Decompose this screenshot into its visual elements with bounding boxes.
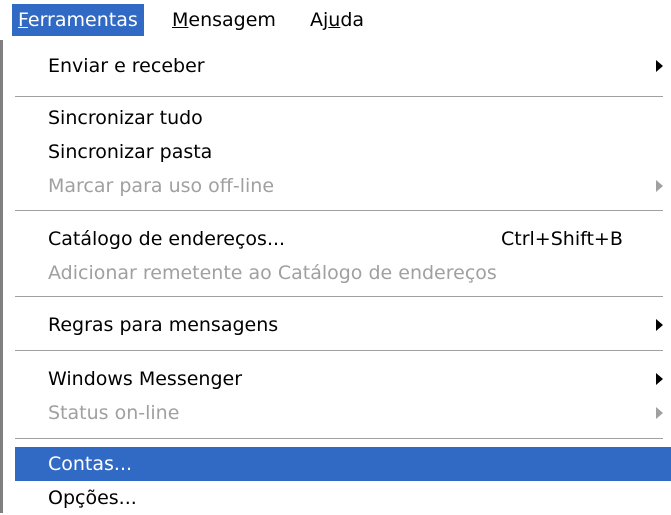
menu-item-regras-mensagens[interactable]: Regras para mensagens xyxy=(15,308,671,342)
submenu-arrow-icon xyxy=(656,407,663,419)
submenu-arrow-icon xyxy=(656,319,663,331)
menu-separator xyxy=(15,438,663,440)
menu-separator xyxy=(15,210,663,212)
menu-item-label: Adicionar remetente ao Catálogo de ender… xyxy=(48,262,497,284)
menu-mensagem-label: ensagem xyxy=(188,9,276,31)
menu-item-adicionar-remetente: Adicionar remetente ao Catálogo de ender… xyxy=(15,256,671,290)
submenu-arrow-icon xyxy=(656,180,663,192)
menu-item-sincronizar-tudo[interactable]: Sincronizar tudo xyxy=(15,101,671,135)
menu-ajuda-label-b: da xyxy=(340,9,365,31)
menu-item-catalogo-enderecos[interactable]: Catálogo de endereços... Ctrl+Shift+B xyxy=(15,222,671,256)
menu-item-marcar-off-line: Marcar para uso off-line xyxy=(15,169,671,203)
menu-item-label: Sincronizar tudo xyxy=(48,107,203,129)
menu-item-contas[interactable]: Contas... xyxy=(15,447,671,481)
submenu-arrow-icon xyxy=(656,373,663,385)
menu-ajuda[interactable]: Ajuda xyxy=(304,4,370,36)
menu-item-label: Contas... xyxy=(48,453,133,475)
menu-separator xyxy=(15,96,663,98)
menu-item-opcoes[interactable]: Opções... xyxy=(15,481,671,515)
menu-item-label: Regras para mensagens xyxy=(48,314,279,336)
menu-ferramentas[interactable]: Ferramentas xyxy=(12,4,144,36)
menu-item-label: Windows Messenger xyxy=(48,368,243,390)
menu-ferramentas-label: erramentas xyxy=(27,9,138,31)
menu-item-label: Marcar para uso off-line xyxy=(48,175,275,197)
menu-mensagem[interactable]: Mensagem xyxy=(166,4,282,36)
menu-ferramentas-mnemonic: F xyxy=(18,9,28,31)
menu-bar: Ferramentas Mensagem Ajuda xyxy=(0,0,671,40)
menu-item-status-on-line: Status on-line xyxy=(15,396,671,430)
menu-item-label: Opções... xyxy=(48,487,137,509)
menu-separator xyxy=(15,296,663,298)
ferramentas-dropdown-menu: Enviar e receber Sincronizar tudo Sincro… xyxy=(0,40,671,513)
menu-ajuda-mnemonic: u xyxy=(328,9,341,31)
menu-separator xyxy=(15,350,663,352)
menu-item-enviar-receber[interactable]: Enviar e receber xyxy=(15,49,671,83)
menu-item-label: Sincronizar pasta xyxy=(48,141,213,163)
menu-mensagem-mnemonic: M xyxy=(172,9,189,31)
menu-item-label: Enviar e receber xyxy=(48,55,205,77)
menu-item-windows-messenger[interactable]: Windows Messenger xyxy=(15,362,671,396)
menu-item-label: Status on-line xyxy=(48,402,180,424)
menu-item-label: Catálogo de endereços... xyxy=(48,228,286,250)
menu-ajuda-label-a: Aj xyxy=(310,9,329,31)
menu-item-shortcut: Ctrl+Shift+B xyxy=(501,228,623,250)
submenu-arrow-icon xyxy=(656,60,663,72)
menu-item-sincronizar-pasta[interactable]: Sincronizar pasta xyxy=(15,135,671,169)
